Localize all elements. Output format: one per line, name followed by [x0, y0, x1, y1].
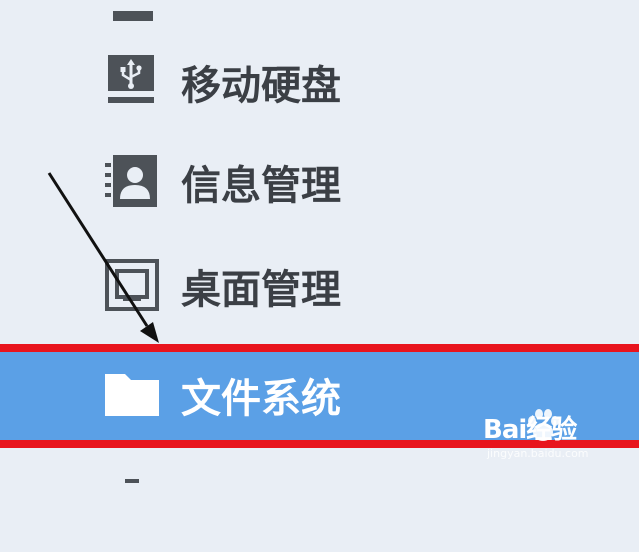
- watermark-title: Bai经验: [483, 415, 577, 445]
- watermark: Bai经验 jingyan.baidu.com: [483, 403, 633, 467]
- annotation-arrow-icon: [47, 172, 159, 343]
- watermark-url: jingyan.baidu.com: [487, 447, 589, 460]
- partial-item-icon: [103, 473, 161, 531]
